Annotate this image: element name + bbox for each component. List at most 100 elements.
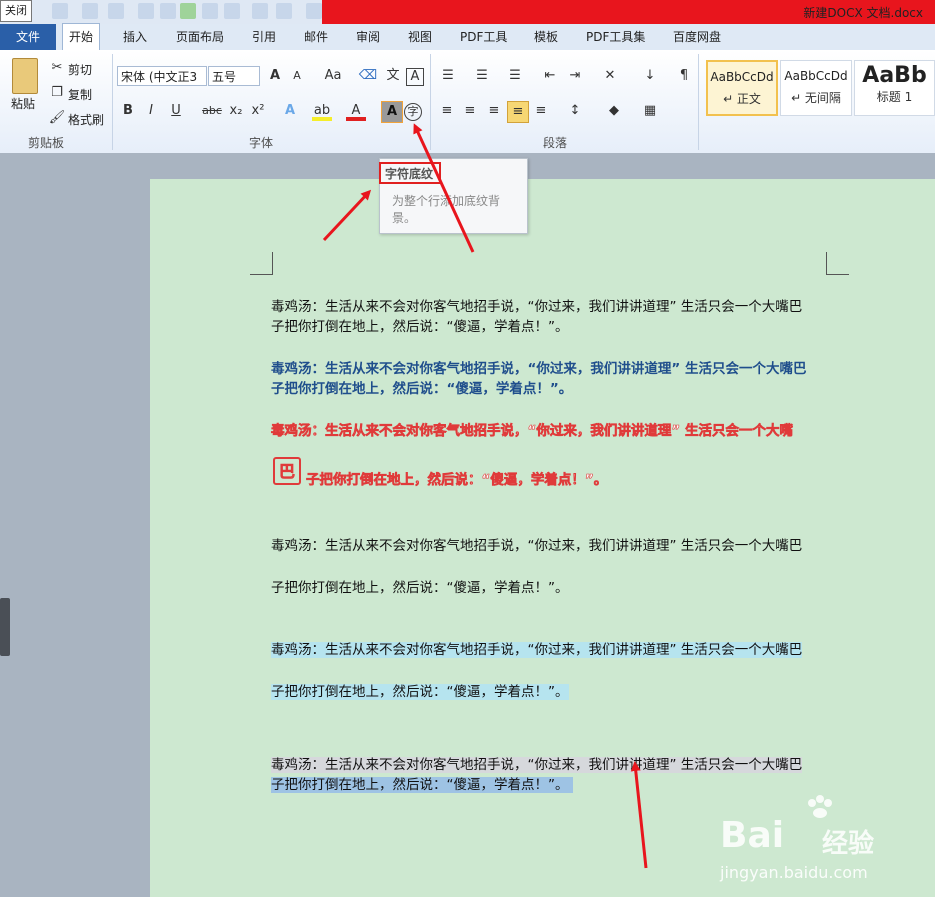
image-icon[interactable] — [224, 3, 240, 19]
print-icon[interactable] — [160, 3, 176, 19]
align-right-icon[interactable]: ≡ — [484, 101, 504, 121]
sort-icon[interactable]: ↓ — [640, 66, 660, 86]
style-sample: AaBbCcDd — [784, 69, 848, 83]
paragraph-line-selected: 子把你打倒在地上，然后说：“傻逼，学着点！”。 — [271, 777, 573, 793]
tab-view[interactable]: 视图 — [402, 24, 438, 50]
table-icon[interactable] — [108, 3, 124, 19]
strikethrough-icon[interactable]: abc — [200, 101, 224, 121]
grow-font-icon[interactable]: A — [265, 66, 285, 86]
watermark-url: jingyan.baidu.com — [720, 863, 868, 882]
font-name-combo[interactable]: 宋体 (中文正3 — [117, 66, 207, 86]
shapes-icon[interactable] — [276, 3, 292, 19]
paw-icon — [806, 795, 836, 819]
chinese-layout-icon[interactable]: ✕ — [600, 66, 620, 86]
group-divider — [430, 54, 431, 150]
customize-qat-icon[interactable] — [306, 3, 322, 19]
superscript-icon[interactable]: x² — [248, 101, 268, 121]
format-painter-button[interactable]: 格式刷 — [68, 111, 104, 128]
side-handle[interactable] — [0, 598, 10, 656]
font-color-icon[interactable]: A — [346, 101, 366, 121]
style-sample: AaBbCcDd — [710, 70, 774, 84]
style-no-spacing[interactable]: AaBbCcDd ↵ 无间隔 — [780, 60, 852, 116]
tab-pdf-toolset[interactable]: PDF工具集 — [580, 24, 651, 50]
change-case-icon[interactable]: Aa — [320, 66, 346, 86]
picture-icon[interactable] — [202, 3, 218, 19]
doc-paragraph-red-outline-line2[interactable]: 子把你打倒在地上，然后说：“傻逼，学着点！”。 — [306, 470, 866, 490]
tab-page-layout[interactable]: 页面布局 — [170, 24, 230, 50]
show-marks-icon[interactable]: ¶ — [674, 66, 694, 86]
crop-mark — [826, 252, 849, 275]
bold-icon[interactable]: B — [118, 101, 138, 121]
text-effect-icon[interactable]: A — [280, 101, 300, 121]
doc-paragraph-spaced[interactable]: 毒鸡汤：生活从来不会对你客气地招手说，“你过来，我们讲讲道理” 生活只会一个大嘴… — [271, 536, 831, 556]
char-shading-tooltip: 字符底纹 为整个行添加底纹背景。 — [379, 158, 528, 234]
align-left-icon[interactable]: ≡ — [437, 101, 457, 121]
tab-insert[interactable]: 插入 — [117, 24, 153, 50]
chart-icon[interactable] — [252, 3, 268, 19]
align-center-icon[interactable]: ≡ — [460, 101, 480, 121]
paragraph-line: 毒鸡汤：生活从来不会对你客气地招手说，“你过来，我们讲讲道理” 生活只会一个大嘴… — [271, 538, 803, 554]
group-divider — [112, 54, 113, 150]
borders-icon[interactable]: ▦ — [640, 101, 660, 121]
style-heading-1[interactable]: AaBb 标题 1 — [854, 60, 935, 116]
redo-icon[interactable] — [82, 3, 98, 19]
shrink-font-icon[interactable]: A — [287, 66, 307, 86]
tab-pdf-tools[interactable]: PDF工具 — [454, 24, 513, 50]
highlight-icon[interactable]: ab — [312, 101, 332, 121]
tab-home[interactable]: 开始 — [62, 23, 101, 51]
group-divider — [698, 54, 699, 150]
doc-paragraph-cyan-shaded[interactable]: 毒鸡汤：生活从来不会对你客气地招手说，“你过来，我们讲讲道理” 生活只会一个大嘴… — [271, 640, 831, 660]
shading-icon[interactable]: ◆ — [604, 101, 624, 121]
paragraph-group-label: 段落 — [543, 136, 568, 150]
subscript-icon[interactable]: x₂ — [226, 101, 246, 121]
distributed-icon[interactable]: ≡ — [531, 101, 551, 121]
char-border-icon[interactable]: A — [406, 68, 424, 86]
paragraph-line: 毒鸡汤：生活从来不会对你客气地招手说，“你过来，我们讲讲道理” 生活只会一个大嘴… — [271, 361, 807, 377]
paste-button[interactable]: 粘贴 — [11, 95, 35, 112]
italic-icon[interactable]: I — [141, 101, 161, 121]
crop-mark — [250, 252, 273, 275]
doc-paragraph-plain[interactable]: 毒鸡汤：生活从来不会对你客气地招手说，“你过来，我们讲讲道理” 生活只会一个大嘴… — [271, 297, 831, 337]
bullets-icon[interactable]: ☰ — [438, 66, 458, 86]
tab-review[interactable]: 审阅 — [350, 24, 386, 50]
copy-icon[interactable]: ❐ — [47, 83, 67, 103]
cut-button[interactable]: 剪切 — [68, 61, 92, 78]
doc-paragraph-red-outline[interactable]: 毒鸡汤：生活从来不会对你客气地招手说，“你过来，我们讲讲道理” 生活只会一个大嘴 — [271, 421, 831, 441]
doc-paragraph-cyan-shaded-line2[interactable]: 子把你打倒在地上，然后说：“傻逼，学着点！”。 — [271, 682, 831, 702]
decrease-indent-icon[interactable]: ⇤ — [540, 66, 560, 86]
enclosed-character[interactable]: 巴 — [273, 457, 301, 485]
watermark-brand-cn: 经验 — [822, 829, 875, 859]
paragraph-line: 子把你打倒在地上，然后说：“傻逼，学着点！”。 — [271, 381, 573, 397]
font-size-combo[interactable]: 五号 — [208, 66, 260, 86]
circle-icon[interactable] — [180, 3, 196, 19]
format-painter-icon[interactable]: 🖌 — [47, 108, 67, 128]
justify-icon[interactable]: ≡ — [507, 101, 529, 123]
scissors-icon[interactable]: ✂ — [47, 58, 67, 78]
find-icon[interactable] — [138, 3, 154, 19]
tab-baidu-netdisk[interactable]: 百度网盘 — [667, 24, 727, 50]
enclose-char-icon[interactable]: 字 — [404, 103, 422, 121]
tab-references[interactable]: 引用 — [246, 24, 282, 50]
paragraph-line: 子把你打倒在地上，然后说：“傻逼，学着点！”。 — [271, 580, 569, 596]
line-spacing-icon[interactable]: ↕ — [565, 101, 585, 121]
tab-mailings[interactable]: 邮件 — [298, 24, 334, 50]
doc-paragraph-selected[interactable]: 毒鸡汤：生活从来不会对你客气地招手说，“你过来，我们讲讲道理” 生活只会一个大嘴… — [271, 755, 831, 795]
clear-format-icon[interactable]: ⌫ — [358, 66, 378, 86]
char-shading-icon[interactable]: A — [381, 101, 403, 123]
phonetic-guide-icon[interactable]: 文 — [383, 66, 403, 86]
tab-templates[interactable]: 模板 — [528, 24, 564, 50]
multilevel-list-icon[interactable]: ☰ — [505, 66, 525, 86]
style-normal[interactable]: AaBbCcDd ↵ 正文 — [706, 60, 778, 116]
copy-button[interactable]: 复制 — [68, 86, 92, 103]
tab-file[interactable]: 文件 — [0, 24, 56, 50]
doc-paragraph-spaced-line2[interactable]: 子把你打倒在地上，然后说：“傻逼，学着点！”。 — [271, 578, 831, 598]
increase-indent-icon[interactable]: ⇥ — [565, 66, 585, 86]
paragraph-line: 毒鸡汤：生活从来不会对你客气地招手说，“你过来，我们讲讲道理” 生活只会一个大嘴… — [271, 299, 803, 315]
underline-icon[interactable]: U — [166, 101, 186, 121]
paste-icon[interactable] — [12, 58, 38, 94]
paragraph-line: 子把你打倒在地上，然后说：“傻逼，学着点！”。 — [271, 684, 569, 700]
undo-icon[interactable] — [52, 3, 68, 19]
numbering-icon[interactable]: ☰ — [472, 66, 492, 86]
doc-paragraph-blue-bold[interactable]: 毒鸡汤：生活从来不会对你客气地招手说，“你过来，我们讲讲道理” 生活只会一个大嘴… — [271, 359, 831, 399]
close-tooltip: 关闭 — [0, 0, 32, 22]
